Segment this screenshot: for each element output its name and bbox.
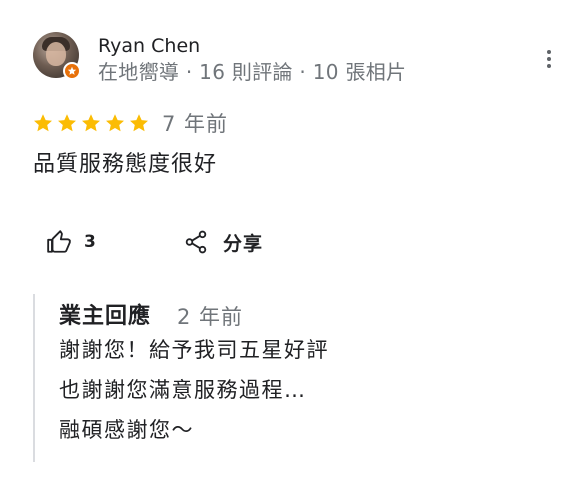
like-count: 3 (84, 232, 96, 252)
star-rating (32, 112, 150, 134)
review-card: Ryan Chen 在地嚮導 · 16 則評論 · 10 張相片 7 年前 品質… (0, 0, 585, 494)
owner-response-time: 2 年前 (177, 305, 244, 329)
owner-response-line: 也謝謝您滿意服務過程… (59, 378, 307, 402)
owner-response-line: 融碩感謝您～ (59, 418, 194, 442)
owner-response: 業主回應 2 年前 謝謝您！給予我司五星好評 也謝謝您滿意服務過程… 融碩感謝您… (33, 294, 555, 462)
owner-response-line: 謝謝您！給予我司五星好評 (59, 338, 329, 362)
thumbs-up-icon (47, 230, 71, 253)
star-icon (34, 114, 52, 132)
like-button[interactable]: 3 (46, 224, 96, 260)
reviewer-name[interactable]: Ryan Chen (98, 34, 200, 58)
reviewer-meta: 在地嚮導 · 16 則評論 · 10 張相片 (98, 60, 407, 84)
avatar-face (46, 42, 66, 66)
more-vert-icon-dot (547, 50, 551, 54)
more-vert-icon-dot (547, 57, 551, 61)
star-icon (58, 114, 76, 132)
share-label: 分享 (223, 232, 264, 255)
star-icon (82, 114, 100, 132)
share-button[interactable]: 分享 (183, 224, 263, 260)
local-guide-badge-icon (63, 62, 81, 80)
avatar[interactable] (33, 32, 81, 80)
star-icon (130, 114, 148, 132)
review-text: 品質服務態度很好 (33, 152, 218, 177)
more-vert-icon-dot (547, 64, 551, 68)
star-icon (106, 114, 124, 132)
owner-response-title: 業主回應 (59, 304, 152, 329)
more-options-button[interactable] (538, 46, 560, 72)
review-time: 7 年前 (162, 112, 229, 136)
share-icon (185, 230, 207, 254)
